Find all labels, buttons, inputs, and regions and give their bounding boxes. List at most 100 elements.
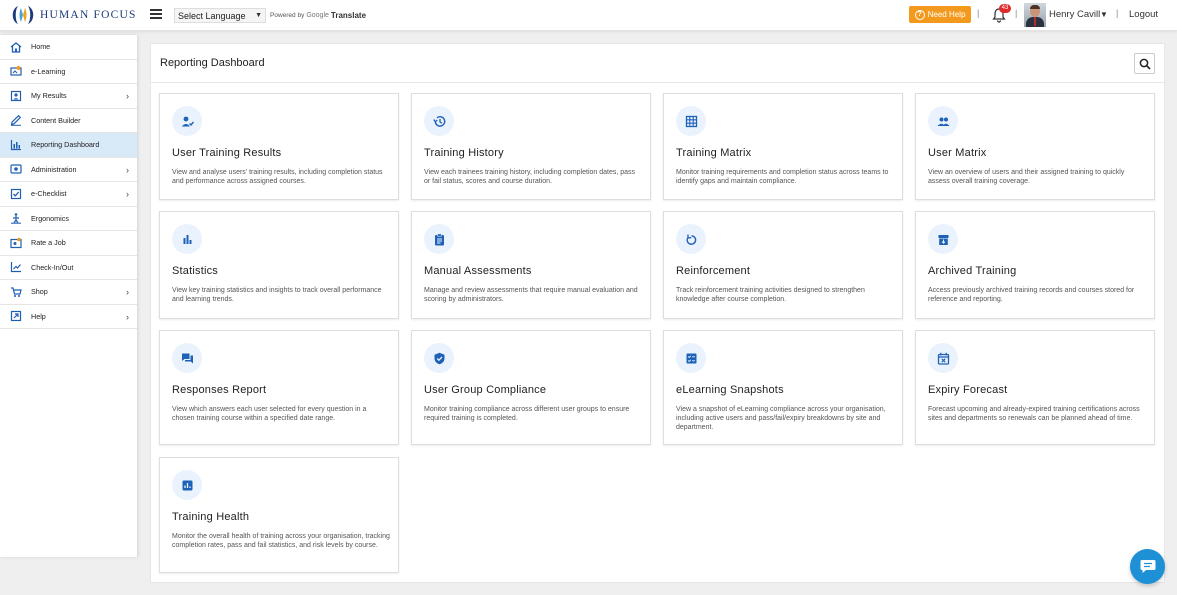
report-card-responses-report[interactable]: Responses Report View which answers each … xyxy=(159,330,399,445)
language-select[interactable]: Select Language ▼ xyxy=(174,8,266,23)
card-title: User Group Compliance xyxy=(424,384,547,396)
card-title: Training Health xyxy=(172,511,250,523)
chevron-down-icon: ▼ xyxy=(255,12,262,19)
forum-icon xyxy=(172,343,202,373)
translate-link[interactable]: Translate xyxy=(331,11,366,20)
checklist-icon xyxy=(10,188,22,200)
sidebar-item-label: My Results xyxy=(31,91,67,101)
chat-icon xyxy=(1140,560,1155,573)
sidebar-item-label: e-Checklist xyxy=(31,189,67,199)
card-description: Forecast upcoming and already-expired tr… xyxy=(928,406,1140,422)
sidebar-item-check-in-out[interactable]: Check-In/Out xyxy=(0,256,137,280)
sidebar-item-label: Content Builder xyxy=(31,115,81,125)
calendar-x-icon xyxy=(928,343,958,373)
caret-down-icon[interactable]: ▼ xyxy=(1100,10,1108,19)
sidebar-item-label: Check-In/Out xyxy=(31,262,74,272)
chevron-right-icon: › xyxy=(126,164,129,175)
menu-toggle-icon[interactable] xyxy=(150,9,162,19)
chevron-right-icon: › xyxy=(126,287,129,297)
refresh-icon xyxy=(676,224,706,254)
report-card-archived-training[interactable]: Archived Training Access previously archi… xyxy=(915,211,1155,319)
results-icon xyxy=(10,90,22,102)
card-description: View and analyse users' training results… xyxy=(172,169,383,185)
chevron-right-icon: › xyxy=(126,91,129,101)
sidebar-item-reporting-dashboard[interactable]: Reporting Dashboard xyxy=(0,133,137,158)
sidebar-item-content-builder[interactable]: Content Builder xyxy=(0,109,137,133)
card-title: Manual Assessments xyxy=(424,265,532,277)
sidebar-item-help[interactable]: Help › xyxy=(0,305,137,329)
sidebar-item-administration[interactable]: Administration › xyxy=(0,158,137,182)
sidebar-item-home[interactable]: Home xyxy=(0,35,137,60)
checklist-box-icon xyxy=(676,343,706,373)
user-check-icon xyxy=(172,106,202,136)
card-description: View each trainees training history, inc… xyxy=(424,169,636,185)
user-name[interactable]: Henry Cavill xyxy=(1049,9,1100,20)
separator: | xyxy=(1116,8,1119,18)
card-description: Access previously archived training reco… xyxy=(928,287,1135,303)
sidebar-item-label: Shop xyxy=(31,287,48,297)
card-description: Track reinforcement training activities … xyxy=(676,287,865,303)
sidebar-item-ergonomics[interactable]: Ergonomics xyxy=(0,207,137,231)
card-description: Monitor training compliance across diffe… xyxy=(424,406,630,422)
report-card-training-matrix[interactable]: Training Matrix Monitor training requirem… xyxy=(663,93,903,200)
need-help-label: Need Help xyxy=(927,10,966,19)
card-description: Manage and review assessments that requi… xyxy=(424,287,638,303)
sidebar-item-e-learning[interactable]: e-Learning xyxy=(0,60,137,84)
sidebar-item-rate-a-job[interactable]: Rate a Job xyxy=(0,231,137,256)
report-card-manual-assessments[interactable]: Manual Assessments Manage and review asse… xyxy=(411,211,651,319)
logo[interactable]: HUMAN FOCUS xyxy=(9,5,137,25)
admin-icon xyxy=(10,163,22,175)
chat-button[interactable] xyxy=(1130,549,1165,584)
search-button[interactable] xyxy=(1134,53,1155,74)
card-title: User Training Results xyxy=(172,147,282,159)
card-description: View a snapshot of eLearning compliance … xyxy=(676,406,886,431)
grid-icon xyxy=(676,106,706,136)
page-title: Reporting Dashboard xyxy=(160,57,265,69)
shop-icon xyxy=(10,286,22,298)
sidebar-item-shop[interactable]: Shop › xyxy=(0,280,137,305)
card-description: View which answers each user selected fo… xyxy=(172,406,367,422)
separator: | xyxy=(977,8,980,18)
archive-icon xyxy=(928,224,958,254)
card-title: Archived Training xyxy=(928,265,1017,277)
notification-badge: 43 xyxy=(999,4,1011,13)
elearning-icon xyxy=(10,65,22,77)
report-card-training-history[interactable]: Training History View each trainees train… xyxy=(411,93,651,200)
search-icon xyxy=(1139,58,1151,70)
powered-by-label: Powered by xyxy=(270,12,305,19)
help-icon xyxy=(10,310,22,322)
card-description: Monitor training requirements and comple… xyxy=(676,169,889,185)
report-card-user-group-compliance[interactable]: User Group Compliance Monitor training co… xyxy=(411,330,651,445)
report-card-reinforcement[interactable]: Reinforcement Track reinforcement trainin… xyxy=(663,211,903,319)
separator: | xyxy=(1015,8,1018,18)
google-logo: Google xyxy=(306,12,329,19)
chart-icon xyxy=(10,139,22,151)
clipboard-icon xyxy=(424,224,454,254)
report-card-training-health[interactable]: Training Health Monitor the overall healt… xyxy=(159,457,399,573)
need-help-button[interactable]: ? Need Help xyxy=(909,6,971,23)
sidebar-item-e-checklist[interactable]: e-Checklist › xyxy=(0,182,137,207)
report-card-statistics[interactable]: Statistics View key training statistics a… xyxy=(159,211,399,319)
card-description: View key training statistics and insight… xyxy=(172,287,382,303)
sidebar: Home e-Learning My Results › Content Builder… xyxy=(0,35,137,557)
sidebar-item-my-results[interactable]: My Results › xyxy=(0,84,137,109)
card-title: eLearning Snapshots xyxy=(676,384,784,396)
sidebar-item-label: Rate a Job xyxy=(31,238,66,248)
avatar[interactable] xyxy=(1024,3,1046,27)
report-card-elearning-snapshots[interactable]: eLearning Snapshots View a snapshot of eL… xyxy=(663,330,903,445)
edit-icon xyxy=(10,114,22,127)
checkin-icon xyxy=(10,261,22,273)
card-title: Responses Report xyxy=(172,384,267,396)
logout-link[interactable]: Logout xyxy=(1129,9,1158,20)
card-title: Reinforcement xyxy=(676,265,751,277)
main-panel: Reporting Dashboard User Training Result… xyxy=(150,43,1165,583)
rate-icon xyxy=(10,237,22,249)
report-card-expiry-forecast[interactable]: Expiry Forecast Forecast upcoming and alr… xyxy=(915,330,1155,445)
question-icon: ? xyxy=(914,9,925,20)
language-select-value: Select Language xyxy=(178,10,246,21)
report-card-user-training-results[interactable]: User Training Results View and analyse us… xyxy=(159,93,399,200)
sidebar-item-label: Administration xyxy=(31,164,77,174)
report-card-user-matrix[interactable]: User Matrix View an overview of users and… xyxy=(915,93,1155,200)
card-title: Training History xyxy=(424,147,504,159)
card-title: Training Matrix xyxy=(676,147,752,159)
